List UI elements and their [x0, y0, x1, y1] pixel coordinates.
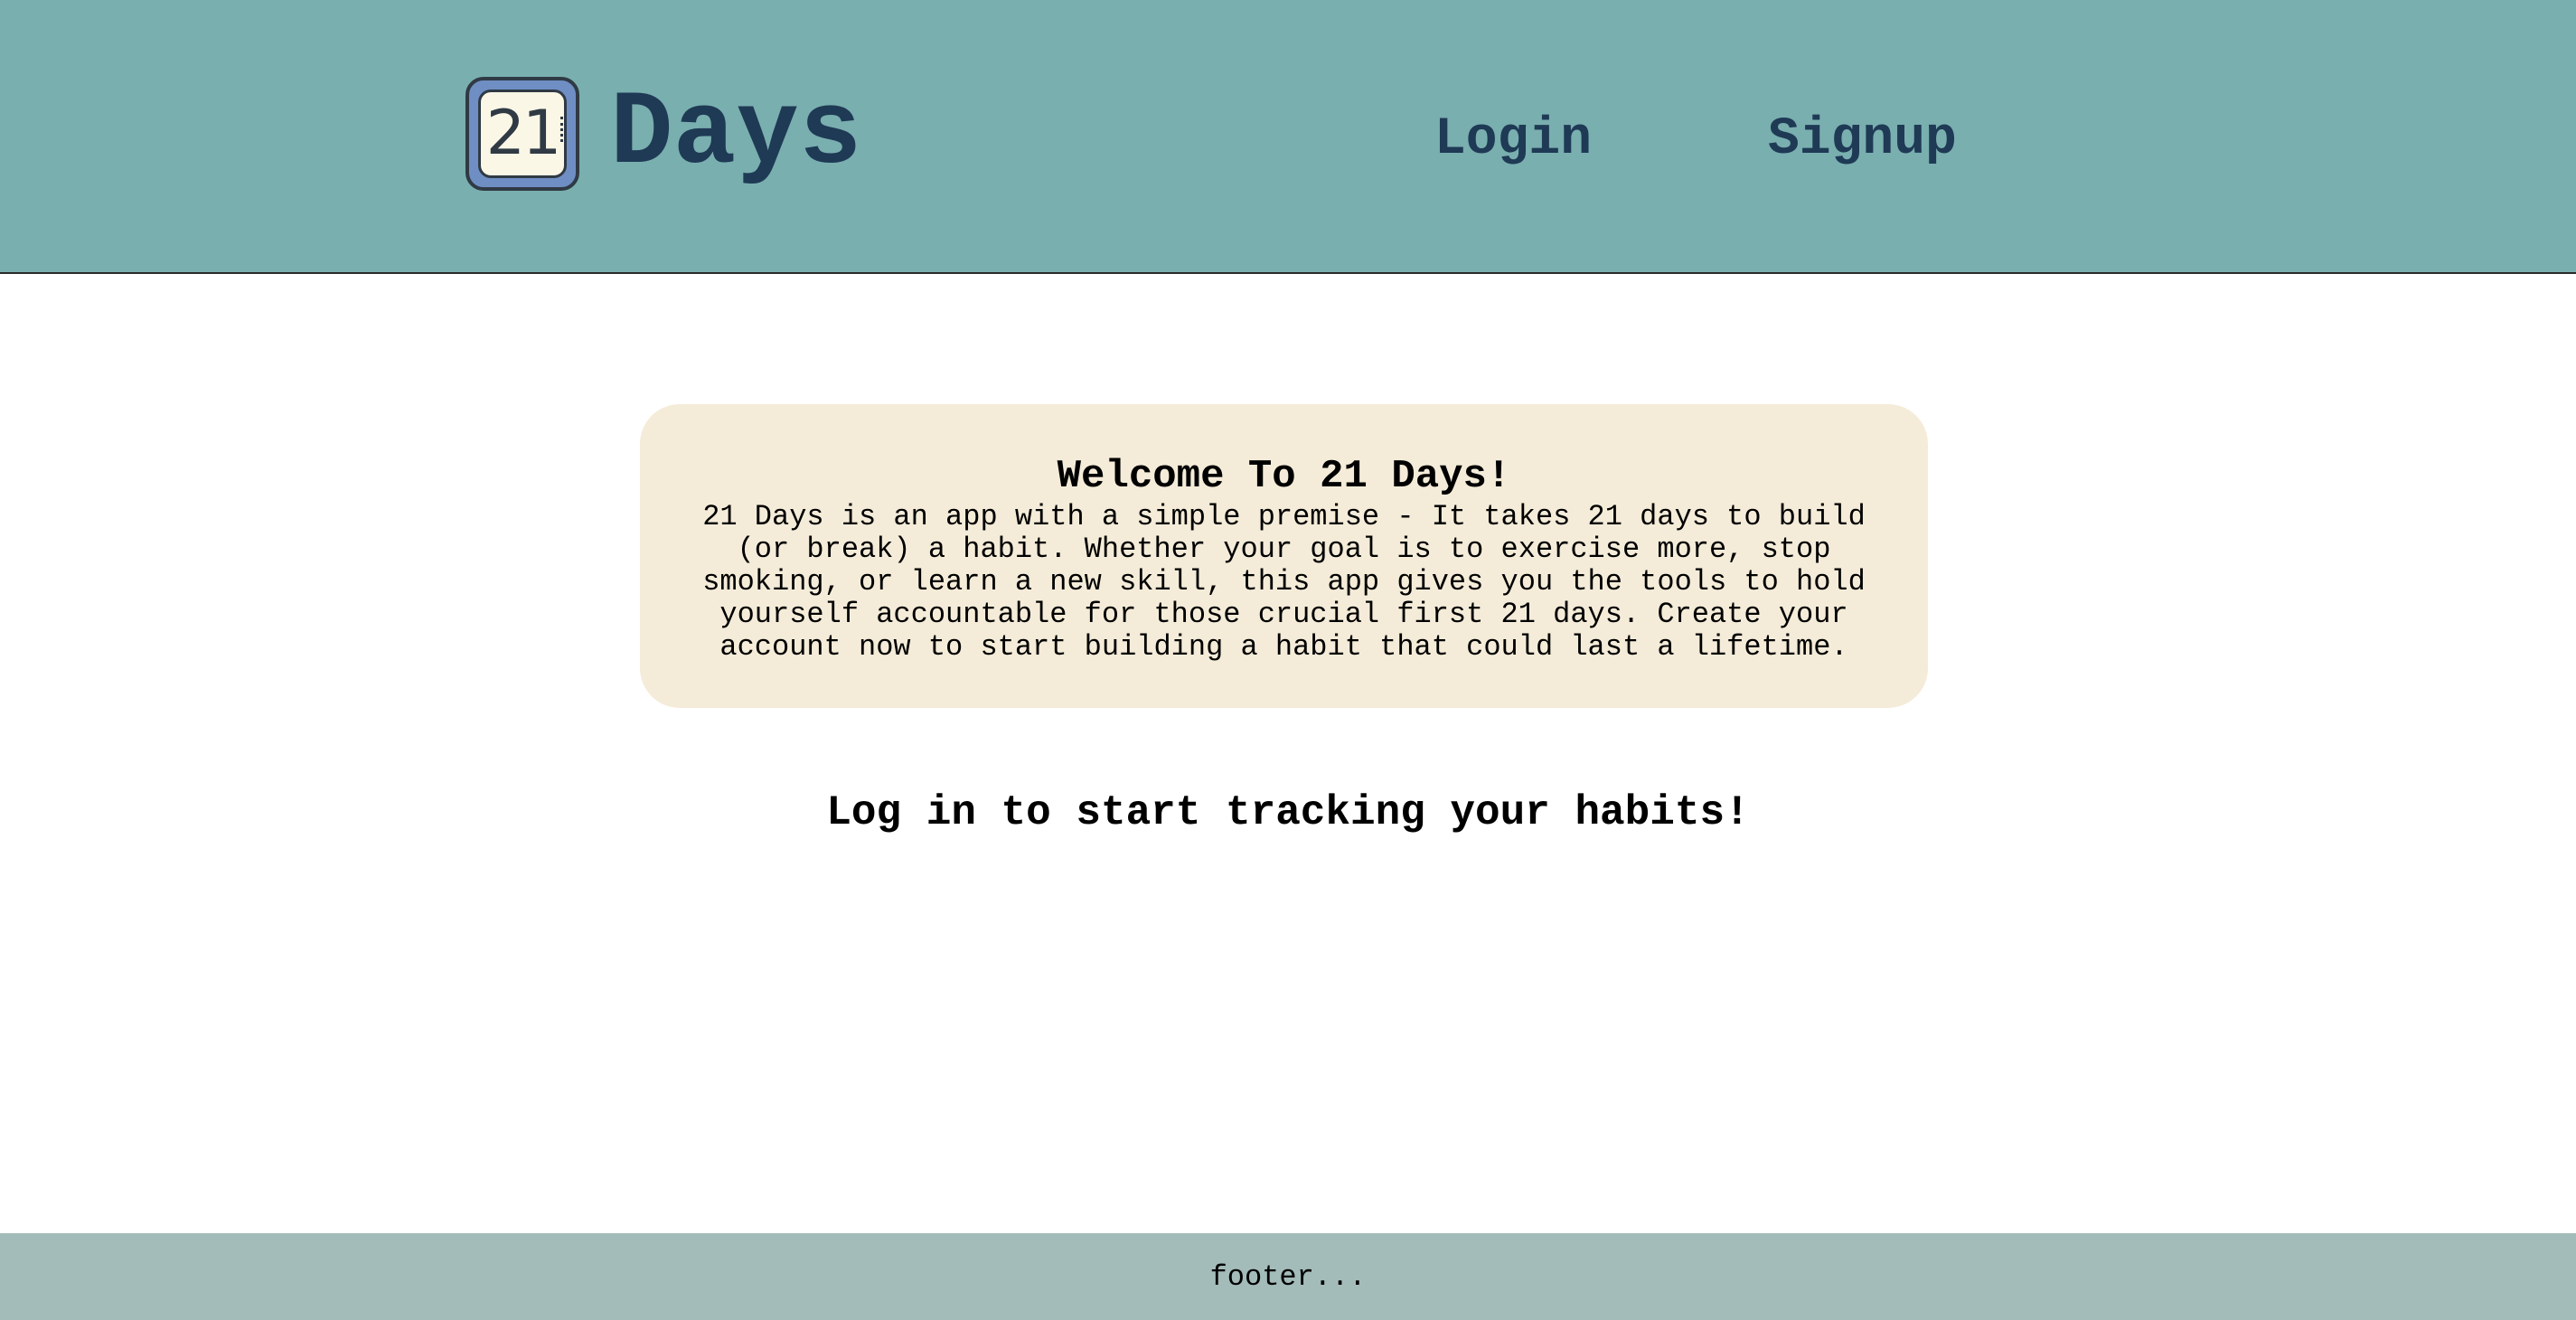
- signup-link[interactable]: Signup: [1768, 114, 1957, 166]
- calendar-icon: 21: [465, 76, 579, 191]
- site-header: 21 Days Login Signup: [0, 0, 2576, 274]
- welcome-title: Welcome To 21 Days!: [1057, 454, 1511, 499]
- page: 21 Days Login Signup Welcome To 21 Days!…: [0, 0, 2576, 1320]
- login-prompt-heading: Log in to start tracking your habits!: [826, 789, 1750, 836]
- brand-title: Days: [610, 73, 862, 193]
- site-footer: footer...: [0, 1233, 2576, 1320]
- welcome-card: Welcome To 21 Days! 21 Days is an app wi…: [640, 404, 1928, 708]
- calendar-icon-number: 21: [478, 89, 567, 178]
- brand-logo-link[interactable]: 21 Days: [465, 72, 861, 194]
- welcome-description: 21 Days is an app with a simple premise …: [702, 500, 1866, 664]
- calendar-ring-decoration: [560, 116, 569, 142]
- login-link[interactable]: Login: [1434, 114, 1592, 166]
- footer-text: footer...: [1209, 1259, 1367, 1294]
